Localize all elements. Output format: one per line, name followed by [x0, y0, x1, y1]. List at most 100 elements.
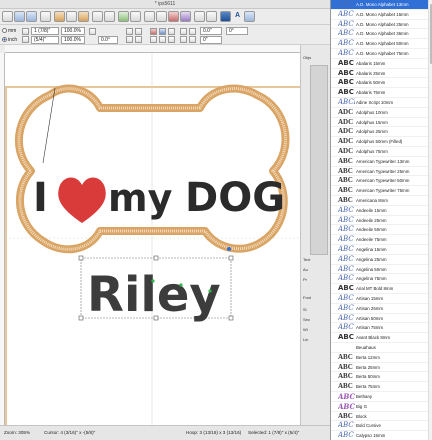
color-chip-red-icon[interactable] [150, 28, 157, 35]
font-list-item[interactable]: ABC Angelina 25mm [331, 255, 428, 265]
height-percent-field[interactable]: 100.0% [61, 36, 85, 44]
font-list-item[interactable]: ABC Artisan 50mm [331, 314, 428, 324]
ungroup-icon[interactable] [150, 36, 157, 43]
mirror-h-icon[interactable] [126, 28, 133, 35]
font-list-item[interactable]: ABC Abalaris 50mm [331, 78, 428, 89]
font-list-item[interactable]: ABC Americana 8mm [331, 196, 428, 206]
font-list-item[interactable]: ABC A.D. Mono Alphabet 13mm [331, 0, 428, 10]
align-icon[interactable] [156, 11, 167, 22]
font-list-item[interactable]: ABC Calypso 15mm [331, 431, 428, 440]
skew-angle-field[interactable]: 0° [226, 27, 248, 35]
lettering-icon[interactable] [244, 11, 255, 22]
cut-icon[interactable] [54, 11, 65, 22]
inch-radio[interactable] [2, 37, 7, 42]
rotation-field[interactable]: 0.0° [98, 36, 118, 44]
font-list-item[interactable]: ABC Berta 25mm [331, 363, 428, 373]
font-list-item[interactable]: ABC American Typewriter 13mm [331, 157, 428, 167]
order-icon[interactable] [159, 36, 166, 43]
font-list-item[interactable]: ADC Adolphus 15mm [331, 118, 428, 128]
font-list-item[interactable]: ABC Andeeile 25mm [331, 216, 428, 226]
width-percent-field[interactable]: 100.0% [61, 27, 85, 35]
font-list-item[interactable]: ABC Angelina 50mm [331, 265, 428, 275]
stitch-icon[interactable] [168, 11, 179, 22]
font-list-item[interactable]: ABC Andeeile 15mm [331, 206, 428, 216]
align-center-icon[interactable] [189, 28, 196, 35]
object-list-strip[interactable] [310, 65, 328, 255]
new-file-icon[interactable] [2, 11, 13, 22]
combine-icon[interactable] [168, 36, 175, 43]
font-list-item[interactable]: ABC Berta 12mm [331, 353, 428, 363]
font-list-item[interactable]: ABC Block [331, 412, 428, 422]
font-list-item[interactable]: ADC Adolphus 50mm (Filled) [331, 137, 428, 147]
height-field[interactable]: (5/4)" [31, 36, 59, 44]
font-list-item[interactable]: ABC A.D. Mono Alphabet 15mm [331, 10, 428, 20]
color-palette-icon[interactable] [180, 11, 191, 22]
width-lock-icon[interactable] [22, 28, 29, 35]
font-list-item[interactable]: ABC Angelina 75mm [331, 274, 428, 285]
font-list-item[interactable]: ABC Abalaris 15mm [331, 59, 428, 69]
font-list-item[interactable]: ADC Adolphus 25mm [331, 127, 428, 138]
font-list-item[interactable]: ABC American Typewriter 50mm [331, 176, 428, 187]
font-list-panel[interactable]: ABC A.D. Mono Alphabet 13mm ABC A.D. Mono A… [330, 0, 432, 440]
font-list-item[interactable]: ABC Berta 75mm [331, 382, 428, 392]
copy-icon[interactable] [66, 11, 77, 22]
font-list-item[interactable]: ABC A.D. Mono Alphabet 36mm [331, 29, 428, 40]
print-icon[interactable] [40, 11, 51, 22]
font-list-item[interactable]: ABC Bethany [331, 392, 428, 402]
font-list-item[interactable]: ABC American Typewriter 75mm [331, 186, 428, 196]
open-folder-icon[interactable] [14, 11, 25, 22]
node-edit-icon[interactable] [144, 11, 155, 22]
font-list-item[interactable]: ADC Adolphus 75mm [331, 147, 428, 157]
font-list-item[interactable]: Beuahaus [331, 343, 428, 353]
align-left-icon[interactable] [180, 28, 187, 35]
font-sample-preview: ABC [338, 166, 353, 175]
font-icon[interactable]: A [232, 11, 243, 22]
zoom-icon[interactable] [206, 11, 217, 22]
status-selected: Selected: 1 (7/8)" x (5/4)" [248, 430, 300, 435]
design-canvas[interactable]: I my DOG Riley [5, 53, 303, 440]
font-list-item[interactable]: ABC Artisan 75mm [331, 323, 428, 334]
skew-field[interactable]: 0" [200, 36, 222, 44]
grid-icon[interactable] [194, 11, 205, 22]
undo-icon[interactable] [92, 11, 103, 22]
font-list-item[interactable]: ABC A.D. Mono Alphabet 75mm [331, 49, 428, 59]
mirror-v-icon[interactable] [135, 28, 142, 35]
font-list-item[interactable]: ABC Big G [331, 402, 428, 412]
font-list-item[interactable]: ABC Bold Cursive [331, 421, 428, 432]
width-field[interactable]: 1 (7/8)" [31, 27, 59, 35]
save-icon[interactable] [26, 11, 37, 22]
align-right-icon[interactable] [180, 36, 187, 43]
rotate-icon[interactable] [89, 28, 96, 35]
color-chip-blue-icon[interactable] [159, 28, 166, 35]
distribute-icon[interactable] [189, 36, 196, 43]
font-list-item[interactable]: ABC Artisan 15mm [331, 294, 428, 304]
dock-tab-objects[interactable]: Objs [303, 55, 329, 63]
design-artwork[interactable]: I my DOG Riley [5, 53, 300, 425]
angle-field[interactable]: 0.0" [200, 27, 222, 35]
font-list-item[interactable]: ABC Angelina 15mm [331, 245, 428, 255]
font-list-item[interactable]: ABC Artisan 25mm [331, 304, 428, 314]
font-list-item[interactable]: ABC Andeeile 75mm [331, 235, 428, 245]
font-list-item[interactable]: ABC Abalaris 25mm [331, 69, 428, 79]
text-tool-icon[interactable] [220, 11, 231, 22]
mm-radio[interactable] [2, 28, 7, 33]
ruler-icon[interactable] [130, 11, 141, 22]
font-list-item[interactable]: ABC Andeeile 50mm [331, 225, 428, 236]
paste-icon[interactable] [78, 11, 89, 22]
font-list-item[interactable]: ABCDAdine Script 10mm [331, 98, 428, 108]
font-list-item[interactable]: ABC American Typewriter 25mm [331, 167, 428, 177]
rotate-90-icon[interactable] [135, 36, 142, 43]
font-list-item[interactable]: ABC A.D. Mono Alphabet 25mm [331, 20, 428, 30]
flip-icon[interactable] [126, 36, 133, 43]
pen-tool-icon[interactable] [118, 11, 129, 22]
font-list-item[interactable]: ABC Berta 50mm [331, 372, 428, 383]
font-list-item[interactable]: ADC Adolphus 10mm [331, 108, 428, 118]
height-lock-icon[interactable] [22, 36, 29, 43]
font-list-scrollbar[interactable] [428, 0, 432, 440]
redo-icon[interactable] [104, 11, 115, 22]
font-list-item[interactable]: ABC Avant Black 8mm [331, 333, 428, 343]
font-list-item[interactable]: ABC Arial MT Bold 8mm [331, 284, 428, 294]
font-list-item[interactable]: ABC A.D. Mono Alphabet 50mm [331, 39, 428, 49]
group-icon[interactable] [168, 28, 175, 35]
font-list-item[interactable]: ABC Abalaris 75mm [331, 88, 428, 98]
